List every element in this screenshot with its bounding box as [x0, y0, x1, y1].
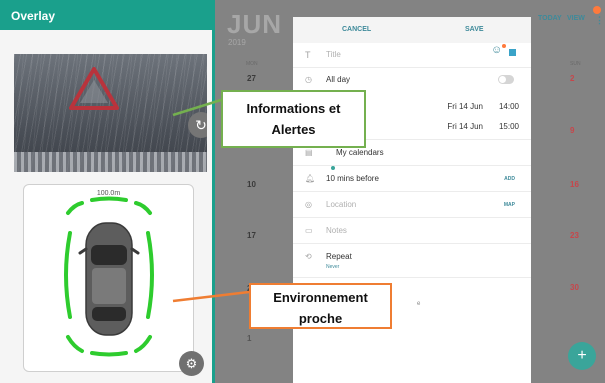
callout-line: proche [298, 311, 343, 326]
callout-line: Informations et [246, 101, 341, 116]
environment-callout: Environnement proche [249, 283, 392, 329]
info-connector-line [172, 98, 222, 117]
callout-line: Alertes [271, 122, 316, 137]
info-alerts-callout: Informations et Alertes [221, 90, 366, 148]
env-connector-line [172, 290, 250, 303]
callout-line: Environnement [273, 290, 368, 305]
